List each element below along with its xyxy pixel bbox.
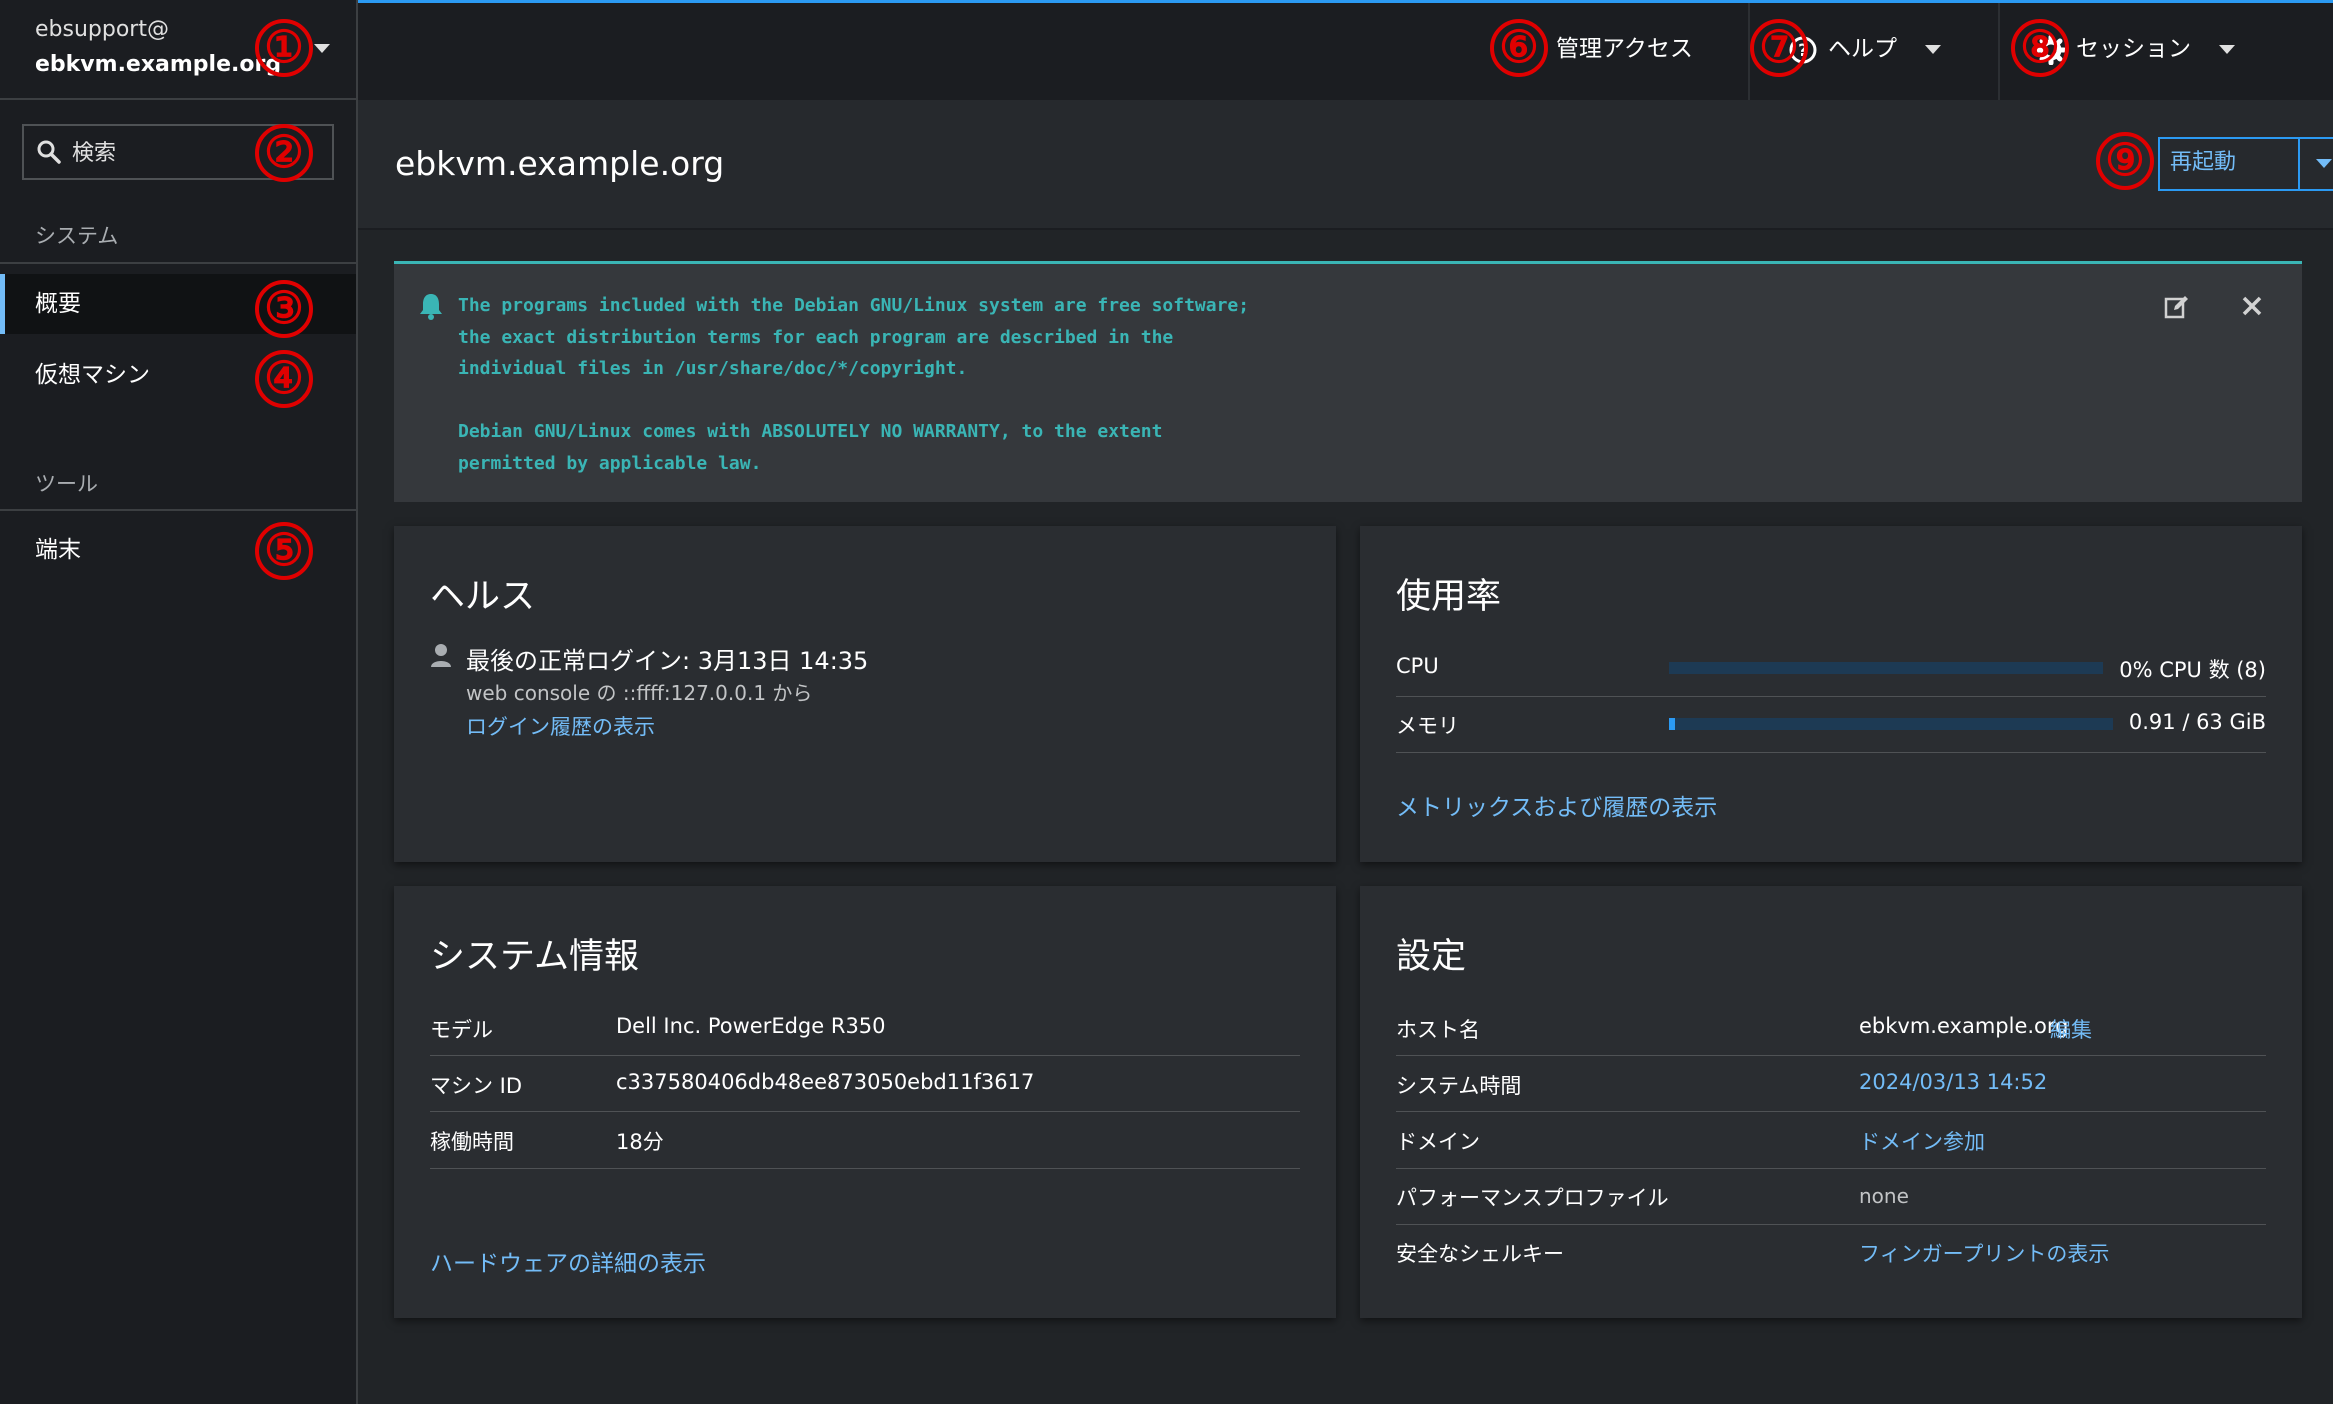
caret-down-icon [1925, 45, 1941, 54]
metrics-link[interactable]: メトリックスおよび履歴の表示 [1396, 788, 1717, 822]
help-menu[interactable]: ? ヘルプ [1788, 3, 1941, 100]
model-value: Dell Inc. PowerEdge R350 [616, 1014, 886, 1038]
help-label: ヘルプ [1828, 36, 1897, 62]
memory-meter [1669, 718, 2113, 730]
machine-id-value: c337580406db48ee873050ebd11f3617 [616, 1070, 1035, 1094]
caret-down-icon [2219, 45, 2235, 54]
annotation-5: ⑤ [255, 522, 313, 580]
divider [1396, 752, 2266, 753]
annotation-2: ② [255, 124, 313, 182]
sidebar: ebsupport@ ebkvm.example.org システム 概要 仮想マ… [0, 0, 358, 1404]
edit-icon[interactable] [2164, 294, 2190, 320]
annotation-3: ③ [255, 280, 313, 338]
restart-dropdown-toggle[interactable] [2298, 137, 2333, 191]
divider [430, 1168, 1300, 1169]
restart-button[interactable]: 再起動 [2158, 137, 2300, 191]
annotation-6: ⑥ [1490, 19, 1548, 77]
annotation-7: ⑦ [1750, 19, 1808, 77]
uptime-value: 18分 [616, 1130, 664, 1154]
memory-label: メモリ [1396, 714, 1459, 738]
user-icon [431, 644, 451, 667]
divider [1396, 696, 2266, 697]
system-info-card: システム情報 モデル Dell Inc. PowerEdge R350 マシン … [394, 886, 1336, 1318]
cpu-value: 0% CPU 数 (8) [2119, 658, 2266, 682]
hostname-label: ホスト名 [1396, 1018, 1480, 1042]
memory-meter-fill [1669, 718, 1676, 730]
config-title: 設定 [1396, 937, 1467, 977]
close-icon[interactable] [2240, 294, 2264, 318]
search-icon [37, 140, 61, 164]
divider [1396, 1168, 2266, 1169]
ssh-key-label: 安全なシェルキー [1396, 1242, 1564, 1266]
divider [430, 1055, 1300, 1056]
divider [0, 509, 356, 511]
annotation-1: ① [255, 19, 313, 77]
divider [1396, 1055, 2266, 1056]
usage-card: 使用率 CPU 0% CPU 数 (8) メモリ 0.91 / 63 GiB メ… [1360, 526, 2302, 862]
model-label: モデル [430, 1018, 493, 1042]
bell-icon [420, 294, 442, 320]
admin-access-label: 管理アクセス [1556, 36, 1693, 62]
ssh-fingerprint-link[interactable]: フィンガープリントの表示 [1859, 1238, 2109, 1268]
health-title: ヘルス [430, 577, 536, 617]
motd-alert: The programs included with the Debian GN… [394, 261, 2302, 502]
admin-access-button[interactable]: 管理アクセス [1556, 3, 1693, 100]
usage-title: 使用率 [1396, 577, 1502, 617]
system-time-label: システム時間 [1396, 1074, 1522, 1098]
search-input[interactable] [72, 136, 272, 170]
login-from: web console の ::ffff:127.0.0.1 から [466, 681, 813, 705]
sysinfo-title: システム情報 [430, 937, 639, 977]
domain-join-link[interactable]: ドメイン参加 [1859, 1126, 1985, 1156]
annotation-8: ⑧ [2011, 19, 2069, 77]
session-label: セッション [2076, 36, 2191, 62]
domain-label: ドメイン [1396, 1130, 1480, 1154]
hardware-details-link[interactable]: ハードウェアの詳細の表示 [430, 1244, 706, 1278]
caret-down-icon [2316, 159, 2332, 168]
machine-id-label: マシン ID [430, 1074, 523, 1098]
login-history-link[interactable]: ログイン履歴の表示 [466, 711, 655, 741]
performance-profile-value[interactable]: none [1859, 1184, 1909, 1208]
nav-section-tools: ツール [35, 472, 98, 496]
restart-label: 再起動 [2170, 150, 2237, 175]
uptime-label: 稼働時間 [430, 1130, 514, 1154]
config-card: 設定 ホスト名 ebkvm.example.org 編集 システム時間 2024… [1360, 886, 2302, 1318]
motd-text: The programs included with the Debian GN… [458, 295, 1250, 474]
divider [1998, 3, 2000, 100]
cpu-label: CPU [1396, 654, 1439, 678]
divider [1396, 1111, 2266, 1112]
divider [430, 1111, 1300, 1112]
performance-profile-label: パフォーマンスプロファイル [1396, 1186, 1669, 1210]
annotation-9: ⑨ [2096, 132, 2154, 190]
annotation-4: ④ [255, 350, 313, 408]
caret-down-icon[interactable] [314, 44, 330, 53]
page-header: ebkvm.example.org 再起動 [358, 100, 2333, 230]
nav-section-system: システム [35, 224, 119, 248]
cpu-meter [1669, 662, 2103, 674]
last-login: 最後の正常ログイン: 3月13日 14:35 [466, 647, 869, 675]
divider [0, 262, 356, 264]
health-card: ヘルス 最後の正常ログイン: 3月13日 14:35 web console の… [394, 526, 1336, 862]
page-title: ebkvm.example.org [395, 144, 725, 183]
system-time-link[interactable]: 2024/03/13 14:52 [1859, 1070, 2047, 1094]
divider [1396, 1224, 2266, 1225]
hostname-value: ebkvm.example.org [1859, 1014, 2069, 1038]
memory-value: 0.91 / 63 GiB [2128, 710, 2266, 734]
hostname-edit-link[interactable]: 編集 [2050, 1014, 2092, 1044]
